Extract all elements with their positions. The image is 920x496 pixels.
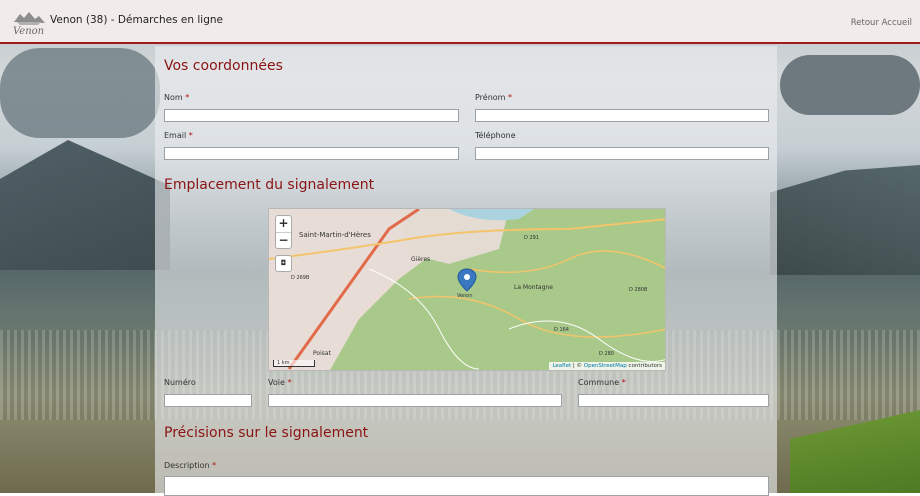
section-title-location: Emplacement du signalement: [164, 177, 375, 193]
logo-text: Venon: [13, 26, 44, 37]
commune-label: Commune *: [578, 378, 626, 387]
locate-button[interactable]: ◘: [275, 255, 292, 272]
map-attribution: Leaflet | © OpenStreetMap contributors: [549, 362, 665, 370]
map-label: Saint-Martin-d'Hères: [299, 231, 371, 239]
map-label: D 280: [599, 351, 614, 357]
voie-label: Voie *: [268, 378, 292, 387]
map-label: La Montagne: [514, 284, 553, 291]
voie-input[interactable]: [268, 394, 562, 407]
top-header: Venon Venon (38) - Démarches en ligne Re…: [0, 0, 920, 44]
map-marker-dot: [464, 274, 470, 280]
numero-label: Numéro: [164, 378, 196, 387]
background-mountain: [770, 165, 920, 275]
prenom-input[interactable]: [475, 109, 769, 122]
zoom-out-button[interactable]: −: [276, 233, 291, 249]
map-label: D 164: [554, 327, 569, 333]
map-label: D 291: [524, 235, 539, 241]
background-cloud: [0, 48, 160, 138]
background-grass: [790, 410, 920, 493]
description-textarea[interactable]: [164, 476, 769, 496]
map-zoom-control: + −: [275, 215, 292, 249]
telephone-input[interactable]: [475, 147, 769, 160]
email-label: Email *: [164, 131, 193, 140]
nom-label: Nom *: [164, 93, 190, 102]
marker-label: Venon: [457, 293, 473, 299]
description-label: Description *: [164, 461, 217, 470]
numero-input[interactable]: [164, 394, 252, 407]
commune-input[interactable]: [578, 394, 769, 407]
page-title: Venon (38) - Démarches en ligne: [50, 14, 223, 26]
email-input[interactable]: [164, 147, 459, 160]
map-scale: 1 km: [273, 360, 315, 367]
map-tiles: Saint-Martin-d'Hères Gières La Montagne …: [269, 209, 665, 370]
map-label: D 280B: [629, 287, 648, 293]
section-title-contact: Vos coordonnées: [164, 58, 283, 74]
map-label: D 269B: [291, 275, 310, 281]
osm-link[interactable]: OpenStreetMap: [584, 363, 627, 369]
map-label: Gières: [411, 256, 430, 263]
nom-input[interactable]: [164, 109, 459, 122]
location-map[interactable]: Saint-Martin-d'Hères Gières La Montagne …: [268, 208, 666, 371]
venon-logo[interactable]: Venon: [11, 10, 47, 37]
telephone-label: Téléphone: [475, 131, 516, 140]
zoom-in-button[interactable]: +: [276, 216, 291, 233]
background-mountain: [0, 140, 170, 270]
map-label: Poisat: [313, 350, 332, 357]
section-title-details: Précisions sur le signalement: [164, 425, 369, 441]
leaflet-link[interactable]: Leaflet: [552, 363, 571, 369]
prenom-label: Prénom *: [475, 93, 513, 102]
retour-accueil-link[interactable]: Retour Accueil: [851, 18, 912, 28]
background-cloud: [780, 55, 920, 115]
